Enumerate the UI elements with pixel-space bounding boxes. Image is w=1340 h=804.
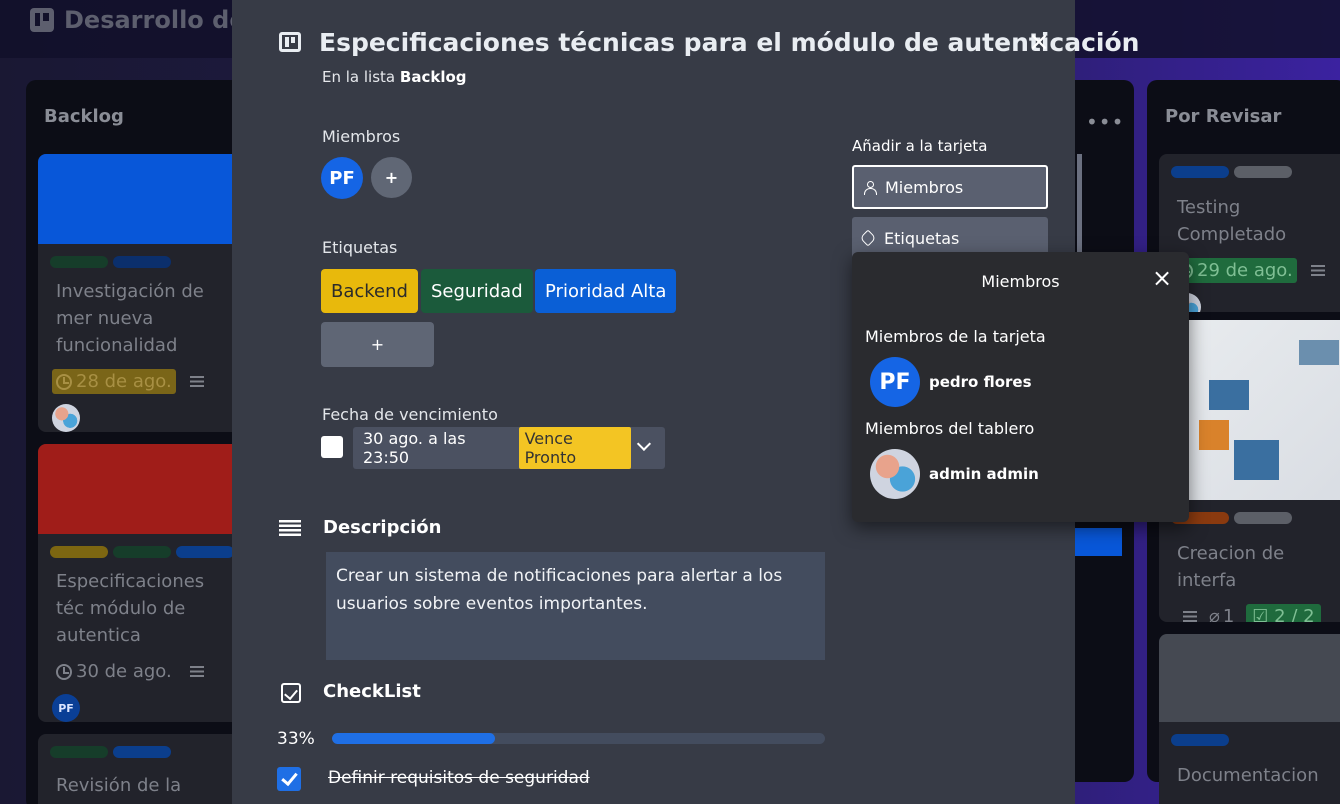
checklist-icon [281, 683, 301, 703]
due-date-value: 30 ago. a las 23:50 [363, 429, 466, 467]
label-pill [50, 546, 108, 558]
description-heading: Descripción [323, 517, 442, 538]
checklist-heading: CheckList [323, 681, 421, 702]
close-modal-button[interactable]: × [1027, 29, 1051, 55]
clock-icon [56, 373, 72, 390]
card-member-name[interactable]: pedro flores [929, 373, 1032, 391]
due-badge: 30 de ago. [52, 659, 176, 684]
card-title: Revisión de la interfa [56, 775, 182, 804]
due-badge: 29 de ago. [1173, 258, 1297, 283]
label-seguridad[interactable]: Seguridad [421, 269, 533, 313]
board-icon [30, 8, 54, 32]
label-pill [1234, 166, 1292, 178]
label-pill [1234, 512, 1292, 524]
board-members-label: Miembros del tablero [865, 419, 1035, 438]
board-title: Desarrollo de [30, 6, 246, 34]
due-complete-checkbox[interactable] [321, 436, 343, 458]
scrollbar[interactable] [1077, 154, 1082, 254]
card-review-3[interactable]: Documentacion [1159, 634, 1340, 804]
card-title[interactable]: Especificaciones técnicas para el módulo… [319, 28, 1139, 57]
board-title-text: Desarrollo de [64, 6, 246, 34]
labels-label: Etiquetas [322, 238, 398, 257]
label-pill [1171, 734, 1229, 746]
description-icon [1183, 611, 1197, 622]
label-pill [176, 546, 234, 558]
card-cover [1074, 528, 1122, 556]
label-prioridad-alta[interactable]: Prioridad Alta [535, 269, 677, 313]
member-avatar[interactable]: PF [321, 157, 363, 199]
members-popover: Miembros × Miembros de la tarjeta PF ped… [852, 252, 1189, 522]
card-members-label: Miembros de la tarjeta [865, 327, 1046, 346]
description-icon [189, 666, 204, 677]
members-button[interactable]: Miembros [852, 165, 1048, 209]
close-popover-button[interactable]: × [1152, 266, 1172, 290]
list-name-link[interactable]: Backlog [400, 68, 467, 86]
person-icon [864, 180, 877, 195]
avatar [52, 404, 80, 432]
card-title: Creacion de interfa [1177, 543, 1285, 591]
label-pill [113, 546, 171, 558]
label-backend[interactable]: Backend [321, 269, 418, 313]
description-icon [279, 520, 301, 536]
label-pill [1171, 166, 1229, 178]
card-cover [1159, 634, 1340, 722]
card-title: Testing Completado [1177, 197, 1287, 245]
paperclip-icon: ⌀ [1209, 606, 1220, 622]
label-pill [113, 746, 171, 758]
due-date-dropdown[interactable]: 30 ago. a las 23:50 Vence Pronto [353, 427, 665, 469]
card-cover [38, 154, 248, 244]
board-member-name[interactable]: admin admin [929, 465, 1039, 483]
card-backlog-3[interactable]: Revisión de la interfa [38, 734, 248, 804]
list-title: Backlog [44, 106, 124, 127]
label-pill [50, 746, 108, 758]
label-pill [113, 256, 171, 268]
description-icon [189, 376, 204, 387]
checklist-progress-bar [332, 733, 825, 744]
checklist-badge: ☑ 2 / 2 [1246, 604, 1321, 622]
list-location: En la lista Backlog [322, 68, 467, 86]
members-label: Miembros [322, 127, 401, 146]
add-to-card-label: Añadir a la tarjeta [852, 137, 988, 155]
clock-icon [56, 663, 72, 680]
add-label-button[interactable]: + [321, 322, 434, 367]
checkbox-icon: ☑ [1252, 606, 1269, 622]
tag-icon [859, 229, 877, 247]
due-date-label: Fecha de vencimiento [322, 405, 498, 424]
card-member-avatar[interactable]: PF [870, 357, 920, 407]
card-title: Documentacion [1177, 765, 1319, 786]
due-soon-badge: Vence Pronto [518, 427, 632, 469]
description-field[interactable]: Crear un sistema de notificaciones para … [326, 552, 825, 660]
attachment-count: ⌀ 1 [1209, 606, 1234, 622]
card-backlog-2[interactable]: Especificaciones téc módulo de autentica… [38, 444, 248, 722]
checklist-item-text[interactable]: Definir requisitos de seguridad [328, 768, 590, 788]
add-member-button[interactable]: + [371, 157, 412, 198]
description-icon [1310, 265, 1325, 276]
checklist-item-checkbox[interactable] [277, 767, 301, 791]
more-icon[interactable]: ••• [1086, 110, 1124, 134]
card-icon [279, 32, 301, 52]
card-title: Investigación de mer nueva funcionalidad [56, 281, 204, 356]
card-backlog-1[interactable]: Investigación de mer nueva funcionalidad… [38, 154, 248, 432]
chevron-down-icon [637, 436, 652, 451]
board-member-avatar[interactable] [870, 449, 920, 499]
card-cover [38, 444, 248, 534]
avatar: PF [52, 694, 80, 722]
checklist-percent: 33% [277, 729, 315, 749]
list-title: Por Revisar [1165, 106, 1282, 127]
popover-title: Miembros [981, 272, 1060, 291]
card-title: Especificaciones téc módulo de autentica [56, 571, 205, 646]
label-pill [50, 256, 108, 268]
progress-fill [332, 733, 495, 744]
due-badge: 28 de ago. [52, 369, 176, 394]
